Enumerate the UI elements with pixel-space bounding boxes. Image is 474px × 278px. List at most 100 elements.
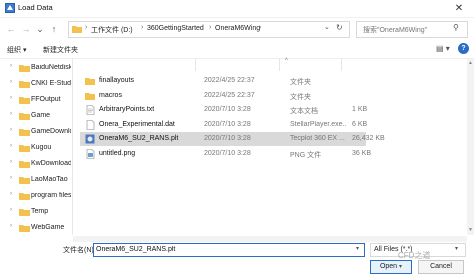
- sidebar-item-label: GameDownlo: [31, 128, 71, 135]
- sidebar-item-label: KwDownload: [31, 160, 71, 167]
- organize-button[interactable]: 组织 ▾: [7, 45, 26, 55]
- sidebar-item-label: CNKI E-Study: [31, 80, 71, 87]
- sidebar-item[interactable]: › program files: [0, 188, 72, 204]
- search-icon[interactable]: ⚲: [453, 23, 459, 32]
- expand-chevron-icon[interactable]: ›: [10, 127, 12, 133]
- sidebar-item[interactable]: › FFOutput: [0, 92, 72, 108]
- folder-icon: [19, 96, 30, 104]
- address-bar[interactable]: › 工作文件 (D:) › 360GettingStarted › OneraM…: [68, 21, 350, 38]
- filename-dropdown-icon[interactable]: ▾: [356, 245, 359, 252]
- breadcrumb-separator-icon: ›: [85, 24, 88, 31]
- address-dropdown-icon[interactable]: ⌄: [324, 23, 334, 31]
- file-date: 2022/4/25 22:37: [204, 77, 255, 84]
- scroll-down-icon[interactable]: ▼: [468, 227, 473, 233]
- column-divider[interactable]: [195, 59, 196, 71]
- sidebar-item[interactable]: › WebGame: [0, 220, 72, 236]
- file-list-header: ^: [73, 58, 474, 71]
- expand-chevron-icon[interactable]: ›: [10, 143, 12, 149]
- scroll-up-icon[interactable]: ▲: [468, 60, 473, 66]
- file-name: Onera_Experimental.dat: [99, 120, 175, 128]
- up-arrow-icon[interactable]: ↑: [48, 23, 60, 35]
- folder-icon: [19, 128, 30, 136]
- file-row[interactable]: untitled.png 2020/7/10 3:28 PNG 文件 36 KB: [80, 147, 371, 161]
- sidebar-item[interactable]: › LaoMaoTao: [0, 172, 72, 188]
- search-box[interactable]: 搜索"OneraM6Wing" ⚲: [356, 21, 468, 38]
- file-type: 文件夹: [290, 79, 311, 86]
- folder-icon: [85, 76, 95, 86]
- file-type: PNG 文件: [290, 151, 322, 159]
- forward-arrow-icon[interactable]: →: [20, 23, 32, 35]
- folder-icon: [19, 224, 30, 232]
- filename-combobox[interactable]: ▾: [93, 243, 365, 257]
- cancel-button[interactable]: Cancel: [418, 260, 464, 274]
- breadcrumb-360gettingstarted[interactable]: 360GettingStarted: [147, 25, 204, 32]
- recent-locations-chevron-icon[interactable]: ⌄: [34, 23, 46, 35]
- sidebar-item[interactable]: › GameDownlo: [0, 124, 72, 140]
- breadcrumb-separator-icon: ›: [141, 24, 144, 31]
- sidebar-item[interactable]: › Temp: [0, 204, 72, 220]
- folder-icon: [19, 80, 30, 88]
- breadcrumb-drive[interactable]: 工作文件 (D:): [91, 25, 133, 35]
- horizontal-scrollbar[interactable]: [73, 236, 467, 242]
- expand-chevron-icon[interactable]: ›: [10, 63, 12, 69]
- column-divider[interactable]: [341, 59, 342, 71]
- expand-chevron-icon[interactable]: ›: [10, 223, 12, 229]
- file-row[interactable]: finallayouts 2022/4/25 22:37 文件夹: [80, 74, 366, 88]
- sidebar-item[interactable]: › KwDownload: [0, 156, 72, 172]
- file-name: OneraM6_SU2_RANS.plt: [99, 135, 179, 142]
- window-title: Load Data: [18, 3, 53, 12]
- open-options-icon[interactable]: ▾: [399, 264, 402, 270]
- expand-chevron-icon[interactable]: ›: [10, 207, 12, 213]
- expand-chevron-icon[interactable]: ›: [10, 79, 12, 85]
- breadcrumb-separator-icon: ›: [259, 24, 262, 31]
- file-row[interactable]: OneraM6_SU2_RANS.plt 2020/7/10 3:28 Tecplo…: [80, 132, 385, 146]
- title-bar: Load Data ✕: [0, 0, 474, 18]
- file-row[interactable]: ArbitraryPoints.txt 2020/7/10 3:28 文本文档 1 K…: [80, 103, 368, 117]
- image-file-icon: [85, 148, 95, 159]
- help-icon[interactable]: ?: [458, 43, 469, 54]
- file-name: macros: [99, 91, 122, 99]
- text-file-icon: [85, 105, 95, 115]
- file-type: 文本文档: [290, 108, 318, 115]
- folder-icon: [85, 91, 95, 101]
- sidebar-item-label: BaiduNetdisk: [31, 64, 71, 71]
- column-divider[interactable]: [279, 59, 280, 71]
- sidebar-item[interactable]: › Kugou: [0, 140, 72, 156]
- file-name: untitled.png: [99, 149, 136, 157]
- vertical-scrollbar[interactable]: ▲ ▼: [467, 59, 474, 235]
- breadcrumb-oneram6wing[interactable]: OneraM6Wing: [215, 25, 260, 32]
- file-name: ArbitraryPoints.txt: [99, 106, 155, 113]
- file-size: 1 KB: [352, 106, 368, 113]
- file-size: 26,432 KB: [352, 135, 385, 142]
- file-date: 2022/4/25 22:37: [204, 91, 255, 99]
- back-arrow-icon[interactable]: ←: [5, 23, 17, 35]
- folder-icon: [19, 112, 30, 120]
- expand-chevron-icon[interactable]: ›: [10, 175, 12, 181]
- close-button[interactable]: ✕: [452, 2, 466, 15]
- sidebar-item[interactable]: › CNKI E-Study: [0, 76, 72, 92]
- filename-input[interactable]: [94, 244, 353, 254]
- sidebar-item-label: Kugou: [31, 144, 52, 151]
- expand-chevron-icon[interactable]: ›: [10, 95, 12, 101]
- filetype-dropdown-icon[interactable]: ▾: [455, 245, 458, 252]
- expand-chevron-icon[interactable]: ›: [10, 159, 12, 165]
- search-placeholder: 搜索"OneraM6Wing": [363, 27, 428, 34]
- file-type: StellarPlayer.exe...: [290, 120, 346, 128]
- file-row[interactable]: Onera_Experimental.dat 2020/7/10 3:28 Stel…: [80, 118, 368, 132]
- sidebar-item-label: program files: [31, 192, 71, 199]
- new-folder-button[interactable]: 新建文件夹: [43, 45, 78, 55]
- refresh-icon[interactable]: ↻: [336, 23, 346, 32]
- expand-chevron-icon[interactable]: ›: [10, 111, 12, 117]
- sidebar-item-label: Game: [31, 112, 51, 119]
- view-options-icon[interactable]: ▤ ▾: [436, 44, 450, 53]
- open-button[interactable]: Open ▾: [370, 260, 412, 274]
- tecplot-file-icon: [85, 134, 95, 144]
- expand-chevron-icon[interactable]: ›: [10, 191, 12, 197]
- sidebar-item[interactable]: › Game: [0, 108, 72, 124]
- file-row[interactable]: macros 2022/4/25 22:37 文件夹: [80, 89, 366, 103]
- folder-icon: [19, 208, 30, 216]
- file-size: 6 KB: [352, 120, 368, 128]
- file-date: 2020/7/10 3:28: [204, 149, 251, 157]
- sidebar-item[interactable]: › BaiduNetdisk: [0, 60, 72, 76]
- sidebar-item-label: LaoMaoTao: [31, 176, 68, 183]
